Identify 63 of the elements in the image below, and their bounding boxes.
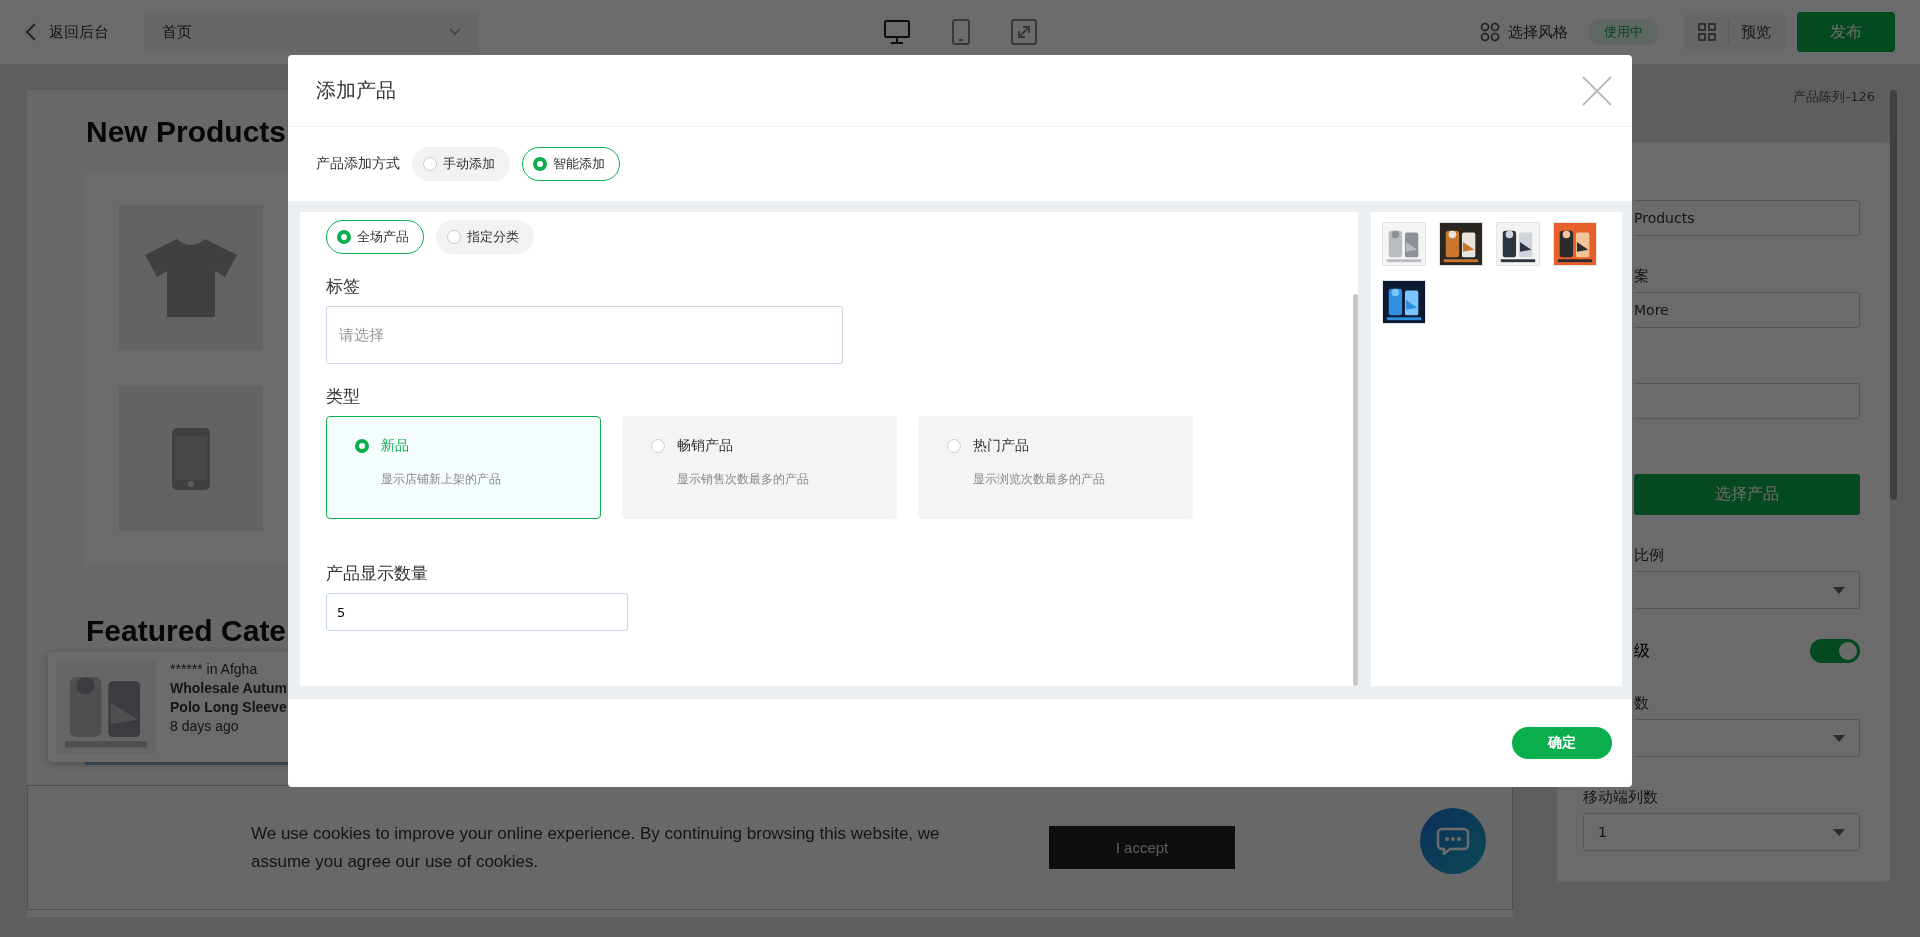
field-label: 数 [1634, 693, 1650, 713]
back-link[interactable]: 返回后台 [25, 22, 109, 42]
style-icon [1480, 22, 1500, 42]
caret-icon [1833, 734, 1845, 742]
cookie-text: We use cookies to improve your online experience. By continuing browsing this website, we assume you agree our use of cookies. [251, 822, 941, 873]
radio-button[interactable] [947, 439, 961, 453]
page-select[interactable]: 首页 [144, 12, 479, 52]
text-field[interactable]: Products [1634, 200, 1860, 236]
field-label: 产品添加方式 [316, 155, 400, 173]
type-option-card[interactable]: 畅销产品 显示销售次数最多的产品 [622, 416, 897, 519]
accept-button[interactable]: I accept [1049, 826, 1235, 869]
status-badge: 使用中 [1588, 19, 1659, 45]
chat-icon [1436, 827, 1470, 855]
dialog-title: 添加产品 [316, 77, 396, 104]
breadcrumb-text: 产品陈列-126 [1793, 88, 1875, 106]
section-title: New Products [86, 114, 288, 150]
select-products-button[interactable]: 选择产品 [1634, 474, 1860, 515]
tag-select-field[interactable]: 请选择 [326, 306, 843, 364]
field-label: 级 [1634, 640, 1650, 662]
field-label: 类型 [326, 385, 361, 408]
scope-option[interactable]: 全场产品 [326, 220, 424, 254]
select-field[interactable] [1634, 719, 1860, 757]
preview-button[interactable]: 预览 [1684, 13, 1785, 51]
tablet-icon[interactable] [951, 19, 971, 45]
radio-button[interactable] [355, 439, 369, 453]
close-icon[interactable] [1582, 75, 1612, 106]
field-label: 标签 [326, 275, 361, 298]
desktop-icon[interactable] [883, 19, 911, 45]
caret-icon [1833, 828, 1845, 836]
fullscreen-icon[interactable] [1011, 19, 1037, 45]
count-field[interactable]: 5 [326, 593, 628, 631]
back-icon [25, 22, 37, 42]
phone-icon [172, 427, 210, 490]
radio-button[interactable] [447, 230, 461, 244]
caret-icon [449, 28, 461, 36]
radio-button[interactable] [533, 157, 547, 171]
type-option-card[interactable]: 新品 显示店铺新上架的产品 [326, 416, 601, 519]
notification-location: ****** in Afgha [170, 660, 259, 679]
publish-button[interactable]: 发布 [1797, 12, 1895, 52]
method-option[interactable]: 手动添加 [412, 147, 510, 181]
qr-code-icon [1698, 23, 1716, 41]
scope-option[interactable]: 指定分类 [436, 220, 534, 254]
radio-button[interactable] [337, 230, 351, 244]
radio-button[interactable] [423, 157, 437, 171]
field-label: 比例 [1634, 545, 1665, 565]
select-field[interactable] [1634, 571, 1860, 609]
notification-title: Polo Long Sleeve [170, 698, 287, 717]
toggle-switch[interactable] [1810, 639, 1860, 663]
radio-button[interactable] [651, 439, 665, 453]
field-label: 案 [1634, 266, 1650, 286]
notification-time: 8 days ago [170, 717, 240, 736]
notification-title: Wholesale Autum [170, 679, 287, 698]
caret-icon [1833, 586, 1845, 594]
section-title: Featured Cate [86, 613, 288, 649]
type-option-card[interactable]: 热门产品 显示浏览次数最多的产品 [918, 416, 1193, 519]
t-shirt-icon [143, 236, 239, 319]
style-button[interactable]: 选择风格 [1480, 22, 1568, 42]
confirm-button[interactable]: 确定 [1512, 727, 1612, 759]
select-field[interactable]: 1 [1583, 813, 1860, 851]
field-label: 移动端列数 [1583, 787, 1659, 807]
field-label: 产品显示数量 [326, 562, 429, 585]
method-option[interactable]: 智能添加 [522, 147, 620, 181]
text-field[interactable]: More [1634, 292, 1860, 328]
